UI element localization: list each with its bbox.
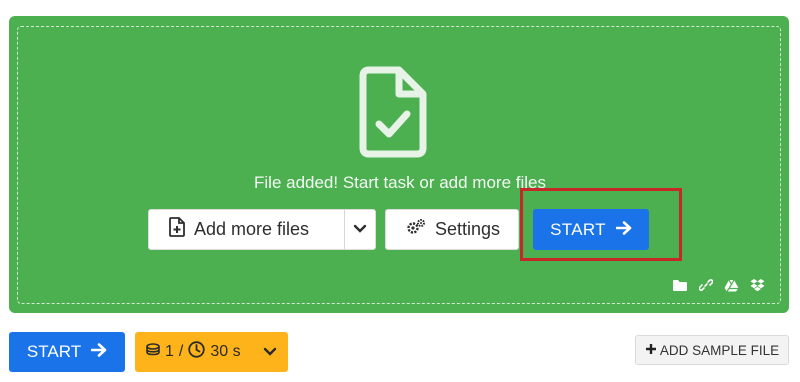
folder-icon[interactable]: [672, 279, 688, 292]
add-files-button-group: Add more files: [148, 209, 376, 250]
coins-icon: [146, 343, 160, 361]
annotation-highlight-box: [520, 188, 682, 261]
start-button-bottom[interactable]: START: [9, 332, 125, 372]
google-drive-icon[interactable]: [724, 279, 739, 292]
add-sample-file-label: ADD SAMPLE FILE: [659, 342, 780, 358]
gears-icon: [406, 218, 426, 241]
add-files-dropdown-toggle[interactable]: [345, 210, 375, 249]
settings-label: Settings: [435, 219, 501, 239]
start-label: START: [26, 342, 82, 361]
file-check-icon: [355, 64, 431, 160]
settings-button[interactable]: Settings: [385, 209, 519, 250]
credits-separator: /: [178, 343, 184, 360]
dropbox-icon[interactable]: [750, 278, 765, 292]
cloud-source-icons: [672, 276, 765, 294]
clock-icon: [188, 341, 206, 363]
chevron-down-icon: [353, 221, 367, 239]
link-icon[interactable]: [699, 278, 713, 292]
credits-time-button[interactable]: 1 / 30 s: [135, 332, 288, 372]
add-more-files-button[interactable]: Add more files: [149, 210, 345, 249]
chevron-down-icon: [263, 347, 288, 357]
add-more-files-label: Add more files: [194, 219, 310, 239]
arrow-right-icon: [90, 342, 107, 362]
add-sample-file-button[interactable]: ADD SAMPLE FILE: [635, 335, 789, 365]
credits-count: 1: [165, 343, 174, 360]
file-plus-icon: [169, 217, 185, 242]
plus-icon: [645, 343, 657, 358]
file-dropzone[interactable]: [9, 16, 789, 313]
time-limit-label: 30 s: [210, 343, 241, 360]
